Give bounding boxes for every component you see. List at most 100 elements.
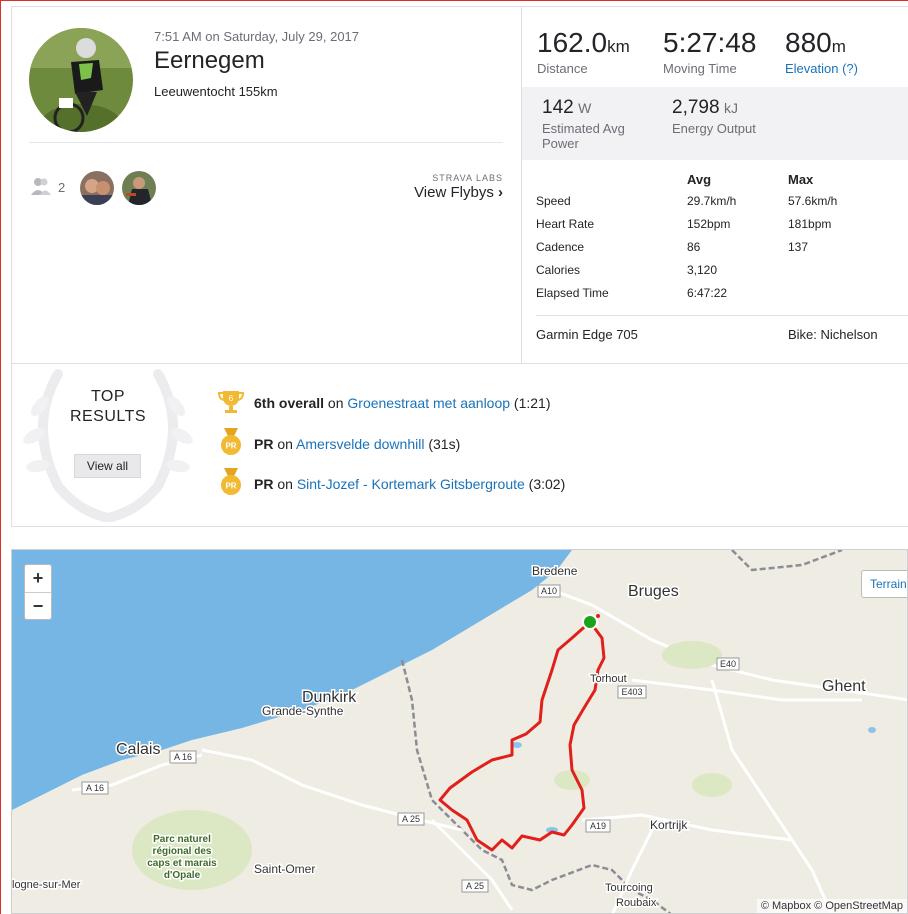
activity-datetime: 7:51 AM on Saturday, July 29, 2017 xyxy=(154,29,360,44)
row-max: 137 xyxy=(788,239,809,254)
result-rank: PR xyxy=(254,435,274,452)
place-label: Grande-Synthe xyxy=(262,704,344,718)
map-canvas[interactable]: A10 E40 E403 A 16 A 16 A 25 A19 A 25 Bre… xyxy=(12,550,908,914)
row-avg: 3,120 xyxy=(687,262,718,277)
result-time: (31s) xyxy=(424,435,461,452)
place-label: d'Opale xyxy=(164,870,201,881)
power-label: Estimated Avg Power xyxy=(542,121,625,151)
result-rank: PR xyxy=(254,475,274,492)
row-label: Heart Rate xyxy=(536,216,595,231)
place-label: Bredene xyxy=(532,564,578,578)
energy-unit: kJ xyxy=(724,100,738,116)
distance-value: 162.0 xyxy=(537,27,608,58)
table-header-avg: Avg xyxy=(687,171,712,187)
activity-description: Leeuwentocht 155km xyxy=(154,84,278,99)
place-label: Roubaix xyxy=(616,897,657,909)
stat-distance: 162.0km Distance xyxy=(537,27,630,76)
road-label: E403 xyxy=(621,687,642,697)
athlete-avatar[interactable] xyxy=(29,28,133,132)
moving-time-label: Moving Time xyxy=(663,61,737,76)
group-count: 2 xyxy=(58,180,66,195)
place-label: Tourcoing xyxy=(605,882,653,894)
terrain-toggle-button[interactable]: Terrain xyxy=(861,570,907,598)
table-row: Cadence 86 137 xyxy=(536,235,898,258)
road-label: A 16 xyxy=(86,783,104,793)
route-map[interactable]: A10 E40 E403 A 16 A 16 A 25 A19 A 25 Bre… xyxy=(11,549,908,914)
map-attribution[interactable]: © Mapbox © OpenStreetMap xyxy=(756,899,907,913)
row-label: Calories xyxy=(536,262,581,277)
stats-panel: 162.0km Distance 5:27:48 Moving Time 880… xyxy=(521,7,908,363)
road-label: A 16 xyxy=(174,752,192,762)
row-max: 57.6km/h xyxy=(788,193,838,208)
result-item: 6 6th overall on Groenestraat met aanloo… xyxy=(217,388,551,417)
result-item: PR PR on Amersvelde downhill (31s) xyxy=(218,428,460,459)
moving-time-value: 5:27:48 xyxy=(663,27,757,58)
activity-summary-card: 7:51 AM on Saturday, July 29, 2017 Eerne… xyxy=(11,6,908,364)
row-max xyxy=(788,258,898,281)
device-name: Garmin Edge 705 xyxy=(536,327,638,342)
result-item: PR PR on Sint-Jozef - Kortemark Gitsberg… xyxy=(218,468,565,499)
energy-value: 2,798 xyxy=(672,97,720,118)
elevation-help-link[interactable]: Elevation (?) xyxy=(785,61,858,76)
place-label: Torhout xyxy=(590,673,627,685)
road-label: E40 xyxy=(720,659,736,669)
pr-badge-text: PR xyxy=(225,442,236,451)
bike-name[interactable]: Bike: Nichelson xyxy=(788,327,878,342)
result-text: PR on Amersvelde downhill (31s) xyxy=(254,436,460,452)
zoom-in-button[interactable]: + xyxy=(25,565,51,592)
zoom-controls: + − xyxy=(24,564,52,620)
segment-link[interactable]: Sint-Jozef - Kortemark Gitsbergroute xyxy=(297,476,525,492)
detailed-stats-table: Avg Max Speed 29.7km/h 57.6km/h Heart Ra… xyxy=(536,169,898,304)
elevation-unit: m xyxy=(831,37,846,56)
distance-unit: km xyxy=(607,37,630,56)
stat-power: 142 W Estimated Avg Power xyxy=(542,97,642,151)
place-label: Bruges xyxy=(628,583,679,600)
place-label: Parc naturel xyxy=(153,834,211,845)
place-label: Kortrijk xyxy=(650,818,688,832)
zoom-out-button[interactable]: − xyxy=(25,592,51,619)
result-on: on xyxy=(324,394,348,411)
row-avg: 6:47:22 xyxy=(687,285,728,300)
activity-header: 7:51 AM on Saturday, July 29, 2017 Eerne… xyxy=(12,7,521,363)
segment-link[interactable]: Groenestraat met aanloop xyxy=(347,395,510,411)
table-row: Calories 3,120 xyxy=(536,258,898,281)
view-all-button[interactable]: View all xyxy=(74,454,141,478)
row-max: 181bpm xyxy=(788,216,832,231)
view-flybys-label: View Flybys xyxy=(414,184,494,201)
place-label: Ghent xyxy=(822,678,866,695)
group-member-avatar[interactable] xyxy=(80,171,114,205)
row-avg: 86 xyxy=(687,239,701,254)
result-on: on xyxy=(273,435,297,452)
table-row: Elapsed Time 6:47:22 xyxy=(536,281,898,304)
row-label: Cadence xyxy=(536,239,585,254)
road-label: A 25 xyxy=(466,881,484,891)
chevron-right-icon: › xyxy=(498,184,503,201)
activity-title: Eernegem xyxy=(154,47,265,74)
road-label: A 25 xyxy=(402,814,420,824)
place-label: Saint-Omer xyxy=(254,862,315,876)
row-label: Speed xyxy=(536,193,571,208)
table-header xyxy=(536,169,687,189)
segment-link[interactable]: Amersvelde downhill xyxy=(296,436,424,452)
divider xyxy=(536,315,908,316)
divider xyxy=(29,142,503,143)
group-activity[interactable]: 2 xyxy=(30,177,65,198)
elevation-value: 880 xyxy=(785,27,832,58)
place-label: logne-sur-Mer xyxy=(12,879,81,891)
flybys-link[interactable]: STRAVA LABS View Flybys › xyxy=(414,173,503,201)
stat-elevation: 880m Elevation (?) xyxy=(785,27,858,76)
road-label: A10 xyxy=(541,586,557,596)
table-header-max: Max xyxy=(788,171,814,187)
place-label: régional des xyxy=(153,846,212,857)
place-label: caps et marais xyxy=(147,858,217,869)
group-member-avatar[interactable] xyxy=(122,171,156,205)
route-start-marker[interactable] xyxy=(582,614,598,630)
trophy-rank: 6 xyxy=(229,394,234,403)
stat-moving-time: 5:27:48 Moving Time xyxy=(663,27,756,76)
pr-medal-icon: PR xyxy=(218,428,244,459)
road-label: A19 xyxy=(590,821,606,831)
pr-medal-icon: PR xyxy=(218,468,244,499)
route-end-marker xyxy=(596,614,600,618)
pr-badge-text: PR xyxy=(225,482,236,491)
energy-label: Energy Output xyxy=(672,121,756,136)
